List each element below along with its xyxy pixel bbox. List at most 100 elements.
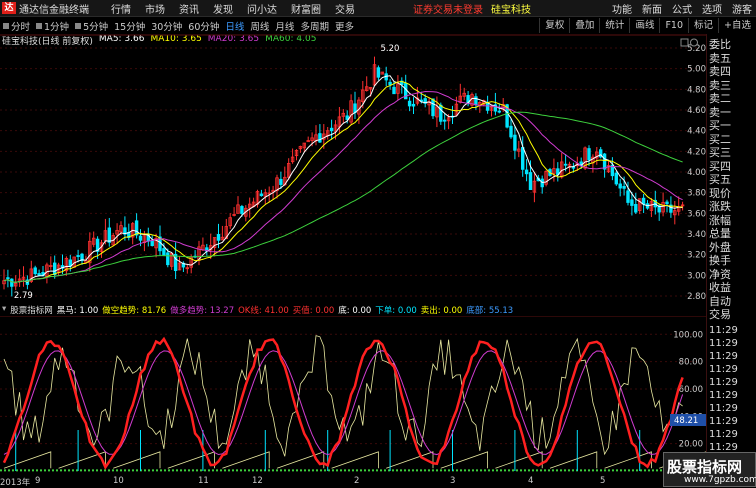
trade-time: 11:29 (709, 429, 738, 440)
candle-body (665, 201, 669, 205)
ind-axis-label: 80.00 (679, 358, 703, 368)
date-label: 2 (354, 476, 360, 486)
period-daily[interactable]: 日线 (222, 19, 247, 33)
candle-body (53, 262, 57, 275)
menu-xinmian[interactable]: 新面 (642, 1, 662, 16)
trade-time: 11:29 (709, 351, 738, 362)
menu-gongneng[interactable]: 功能 (612, 1, 632, 16)
price-chart[interactable]: 5.20 5.00 4.80 4.60 4.40 4.20 4.00 3.80 3.60 3.40… (0, 34, 706, 300)
tool-fuquan[interactable]: 复权 (539, 18, 569, 33)
tool-huaxian[interactable]: 画线 (629, 18, 659, 33)
period-icon (3, 22, 9, 29)
ind-sawtooth (222, 451, 270, 469)
indicator-chart[interactable]: 100.0080.0060.0040.0020.00 48.21 (0, 316, 706, 476)
candle-body (107, 227, 111, 243)
menu-faxian[interactable]: 发现 (213, 1, 233, 16)
candle-body (166, 252, 170, 266)
candle-body (37, 273, 41, 276)
date-label: 11 (198, 476, 209, 486)
quote-field-label: 换手 (709, 254, 731, 267)
quote-field-label: 现价 (709, 186, 731, 200)
period-15min[interactable]: 15分钟 (111, 19, 148, 33)
period-monthly[interactable]: 月线 (272, 19, 297, 33)
date-label: 2013年 (0, 478, 31, 488)
ind-maizhi: 买值: 0.00 (292, 306, 335, 316)
quote-field-label: 卖二 (709, 92, 731, 105)
trade-time: 11:29 (709, 325, 738, 336)
menu-jiaoyi[interactable]: 交易 (335, 1, 355, 16)
candle-body (76, 255, 80, 258)
period-1min[interactable]: 1分钟 (33, 19, 72, 33)
menu-zixun[interactable]: 资讯 (179, 1, 199, 16)
low-price-label: 2.79 (14, 291, 33, 300)
period-fenshi[interactable]: 分时 (0, 19, 33, 33)
price-axis-label: 3.00 (687, 271, 706, 281)
quote-field-label: 涨幅 (709, 213, 731, 227)
date-label: 10 (113, 476, 124, 486)
tool-tongji[interactable]: 统计 (599, 18, 629, 33)
tool-diejia[interactable]: 叠加 (569, 18, 599, 33)
period-bar: 分时 1分钟 5分钟 15分钟 30分钟 60分钟 日线 周线 月线 多周期 更… (0, 18, 756, 33)
menu-caifuquan[interactable]: 财富圈 (291, 1, 321, 16)
candle-body (10, 278, 14, 287)
candle-body (411, 103, 416, 107)
ma60-line (3, 111, 683, 283)
app-logo-icon: 达 (2, 2, 16, 14)
price-axis-label: 3.80 (687, 189, 706, 199)
date-label: 12 (252, 476, 263, 486)
menu-gongshi[interactable]: 公式 (672, 1, 692, 16)
candle-body (216, 234, 221, 241)
ind-sawtooth (495, 451, 543, 469)
ind-zuokong: 做空趋势: 81.76 (102, 306, 167, 316)
menu-shichang[interactable]: 市场 (145, 1, 165, 16)
menu-hangqing[interactable]: 行情 (111, 1, 131, 16)
tool-f10[interactable]: F10 (659, 18, 688, 33)
login-warning[interactable]: 证券交易未登录 (413, 1, 483, 16)
quote-field-label: 净资 (709, 267, 731, 281)
quote-field-label: 卖三 (709, 78, 731, 92)
watermark-title: 股票指标网 (667, 458, 743, 476)
menu-xuanxiang[interactable]: 选项 (702, 1, 722, 16)
ind-long-trend-line (3, 350, 684, 456)
candle-body (509, 125, 513, 138)
period-5min[interactable]: 5分钟 (72, 19, 111, 33)
quote-field-label: 自动 (709, 294, 731, 308)
trade-time: 11:29 (709, 416, 738, 427)
trade-time: 11:29 (709, 390, 738, 401)
candle-body (622, 186, 626, 189)
ind-sawtooth (549, 451, 598, 469)
period-30min[interactable]: 30分钟 (148, 19, 185, 33)
tool-add-watchlist[interactable]: +自选 (718, 18, 756, 33)
period-more[interactable]: 更多 (332, 19, 357, 33)
trade-time: 11:29 (709, 364, 738, 375)
indicator-dropdown-icon[interactable]: ▾ (2, 304, 6, 316)
period-multi[interactable]: 多周期 (297, 19, 332, 33)
candle-body (442, 119, 447, 122)
candle-body (474, 96, 478, 106)
candle-body (634, 203, 638, 213)
tool-biaoji[interactable]: 标记 (688, 18, 718, 33)
quote-field-label: 买三 (709, 146, 731, 159)
quote-field-label: 委比 (709, 38, 731, 51)
app-name: 通达信金融终端 (19, 4, 89, 16)
menu-wenxiaoda[interactable]: 问小达 (247, 1, 277, 16)
ind-short-trend-line (3, 335, 683, 457)
candle-body (138, 235, 143, 241)
quote-field-label: 买一 (709, 119, 731, 132)
candle-body (614, 172, 618, 185)
quote-panel: 委比 卖五 卖四 卖三 卖二 卖一 买一 买二 买三 买四 买五 现价 涨跌 涨幅 总量 外盘 换手 净资 收益 自动… (706, 34, 756, 487)
period-60min[interactable]: 60分钟 (185, 19, 222, 33)
candle-body (513, 134, 517, 151)
candle-body (431, 98, 435, 117)
ind-ok-line (2, 336, 684, 470)
indicator-name[interactable]: 股票指标网 (10, 304, 53, 316)
candle-body (392, 86, 396, 95)
candle-body (6, 277, 10, 280)
candle-body (630, 199, 634, 206)
price-axis-label: 4.00 (687, 168, 706, 178)
user-guest[interactable]: 游客 (732, 1, 752, 16)
period-weekly[interactable]: 周线 (247, 19, 272, 33)
candle-body (162, 248, 166, 256)
date-axis: 2013年 9 10 11 12 2 3 4 5 (0, 476, 700, 488)
quote-field-label: 外盘 (709, 240, 731, 254)
